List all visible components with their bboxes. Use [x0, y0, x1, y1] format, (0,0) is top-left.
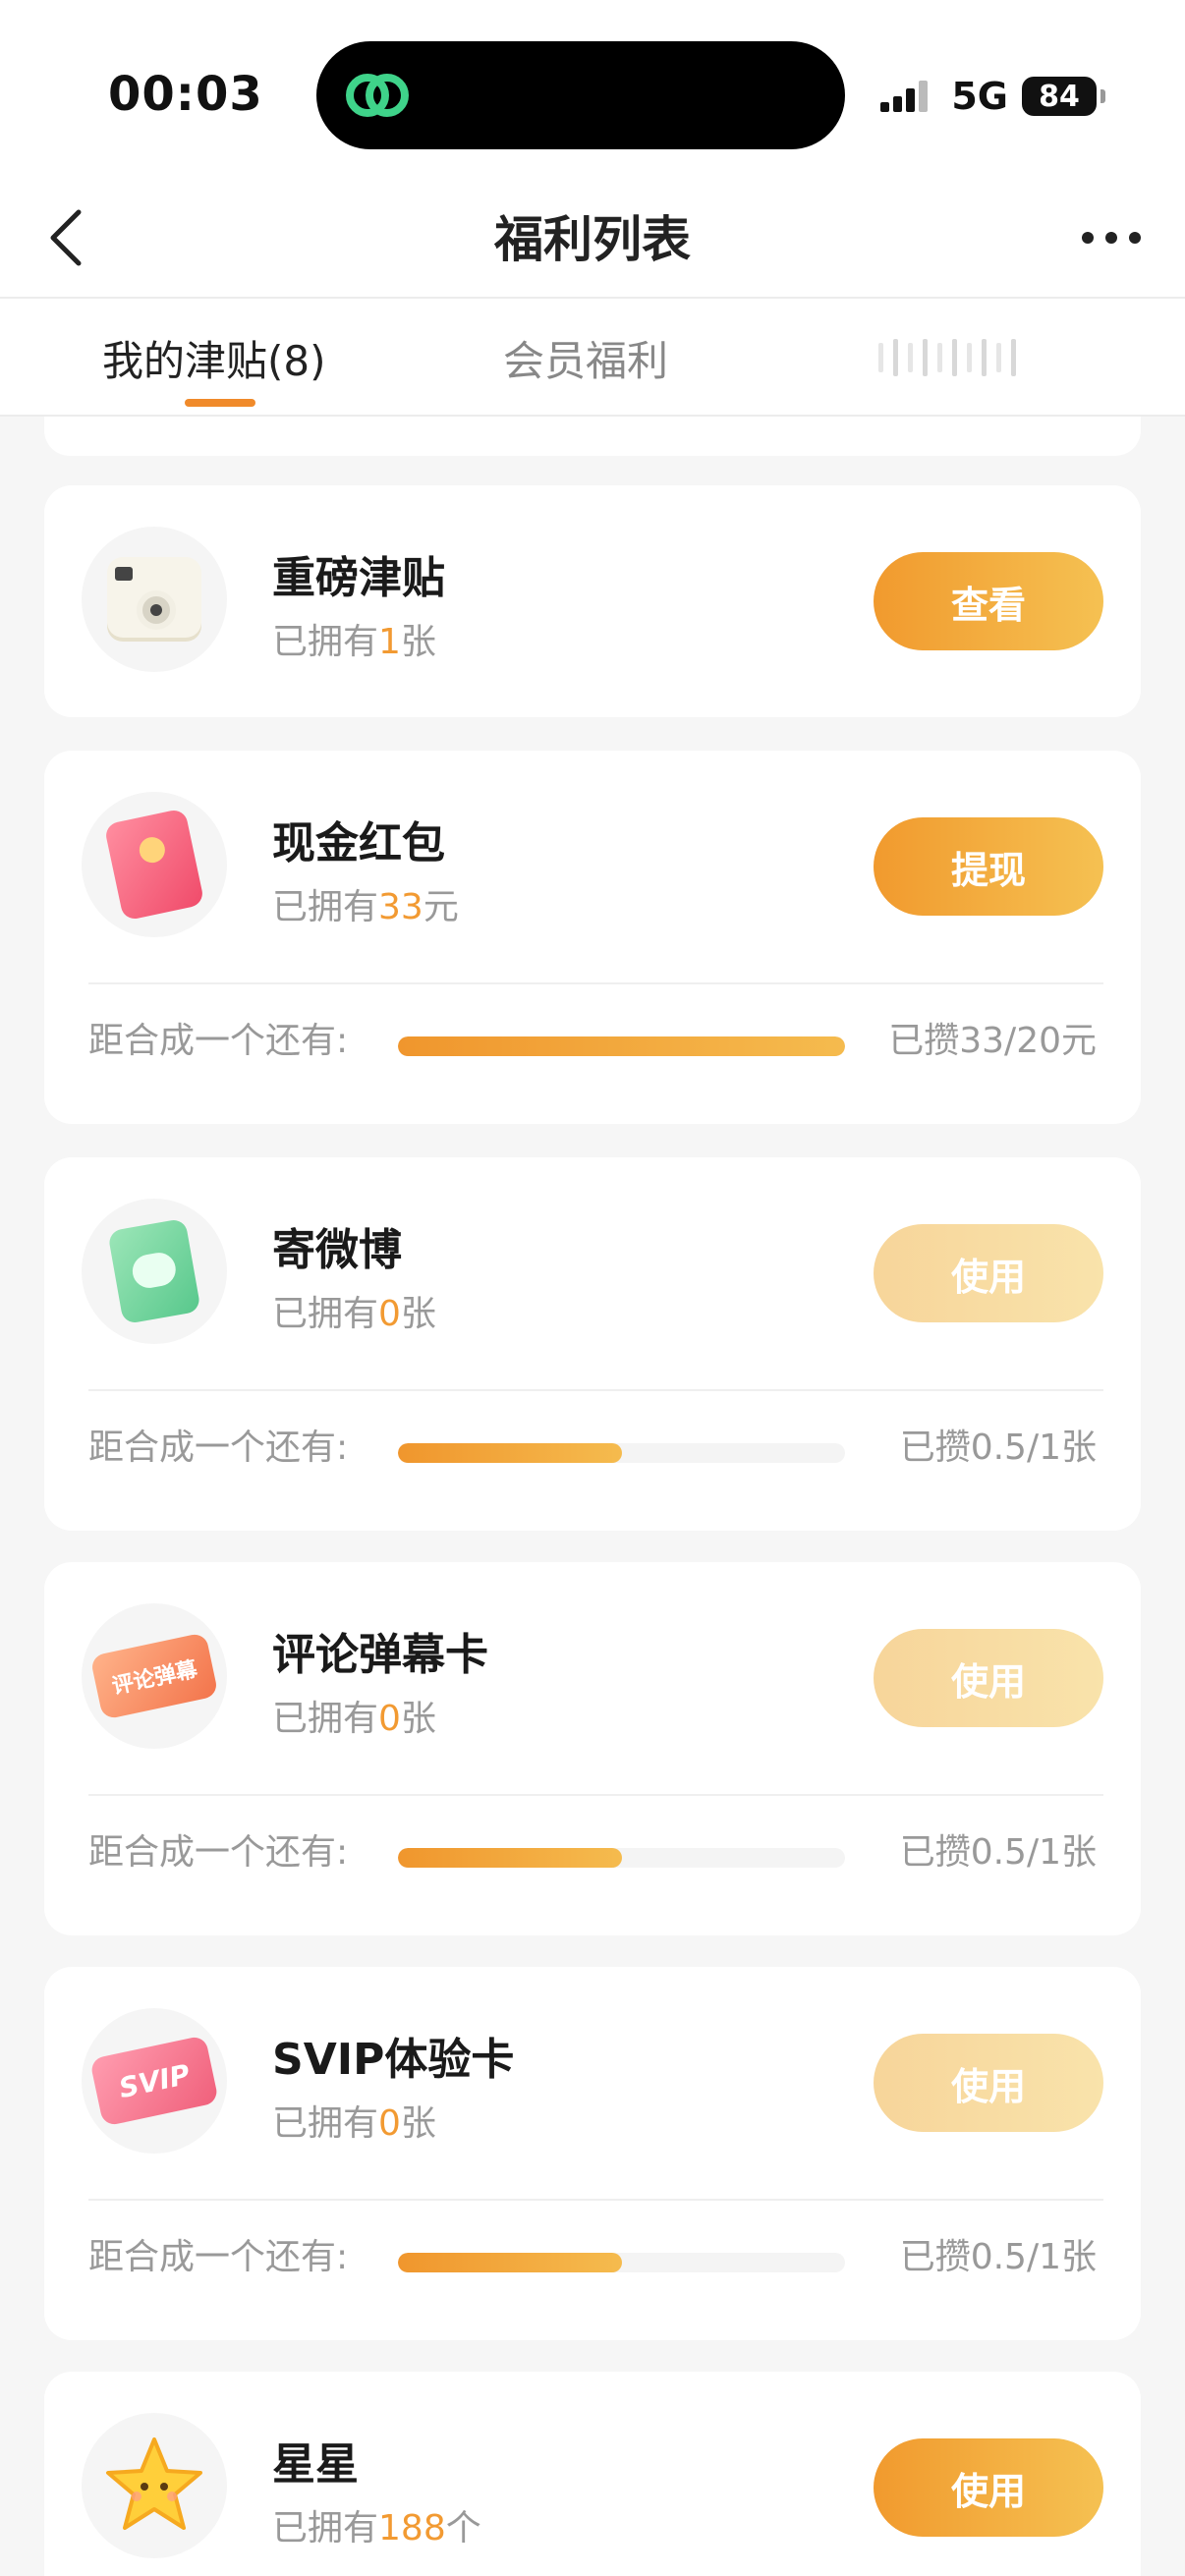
- progress-value: 已攒0.5/1张: [899, 2237, 1097, 2277]
- item-owned: 已拥有33元: [272, 878, 459, 929]
- item-icon-wrapper: [82, 1199, 227, 1344]
- dynamic-island: [316, 41, 845, 149]
- more-dot-icon: [1082, 232, 1094, 244]
- progress-value: 已攒0.5/1张: [899, 1832, 1097, 1873]
- list-item: SVIP SVIP体验卡 已拥有0张 使用 距合成一个还有: 已攒0.5/1张: [44, 1967, 1141, 2340]
- owned-unit: 元: [423, 887, 459, 927]
- link-rings-icon: [346, 74, 409, 117]
- progress-label: 距合成一个还有:: [88, 2237, 349, 2277]
- withdraw-button[interactable]: 提现: [874, 817, 1103, 916]
- progress-bar: [398, 1443, 845, 1463]
- owned-count: 188: [378, 2508, 446, 2548]
- navigation-bar: 福利列表: [0, 177, 1185, 297]
- item-icon-wrapper: 评论弹幕: [82, 1603, 227, 1749]
- item-owned: 已拥有0张: [272, 1285, 436, 1336]
- owned-unit: 个: [445, 2508, 481, 2548]
- item-name: 重磅津贴: [272, 553, 445, 603]
- list-item: 寄微博 已拥有0张 使用 距合成一个还有: 已攒0.5/1张: [44, 1157, 1141, 1531]
- progress-label: 距合成一个还有:: [88, 1832, 349, 1873]
- star-icon: [106, 2437, 202, 2530]
- progress-value: 已攒33/20元: [888, 1021, 1097, 1061]
- progress-bar: [398, 1036, 845, 1056]
- divider: [88, 2199, 1103, 2201]
- item-name: 评论弹幕卡: [272, 1630, 488, 1680]
- previous-card-tail: [44, 417, 1141, 456]
- network-label: 5G: [951, 75, 1008, 118]
- divider: [88, 1794, 1103, 1796]
- comment-danmu-card-icon: 评论弹幕: [89, 1632, 219, 1720]
- progress-label: 距合成一个还有:: [88, 1428, 349, 1468]
- progress-value: 已攒0.5/1张: [899, 1428, 1097, 1468]
- page-title: 福利列表: [494, 211, 691, 268]
- owned-prefix: 已拥有: [272, 1699, 379, 1739]
- item-icon-wrapper: [82, 2413, 227, 2558]
- item-icon-wrapper: [82, 792, 227, 937]
- use-button[interactable]: 使用: [874, 2438, 1103, 2537]
- weibo-card-icon: [107, 1217, 201, 1325]
- item-owned: 已拥有188个: [272, 2499, 481, 2550]
- battery-level: 84: [1039, 79, 1080, 114]
- owned-prefix: 已拥有: [272, 2508, 379, 2548]
- owned-prefix: 已拥有: [272, 2103, 379, 2144]
- owned-count: 33: [378, 887, 423, 927]
- use-button[interactable]: 使用: [874, 2034, 1103, 2132]
- owned-count: 0: [378, 1294, 401, 1334]
- use-button[interactable]: 使用: [874, 1224, 1103, 1322]
- item-name: 星星: [272, 2439, 359, 2490]
- more-dot-icon: [1105, 232, 1117, 244]
- item-name: 现金红包: [272, 818, 445, 868]
- item-name: SVIP体验卡: [272, 2035, 515, 2085]
- camera-icon: [107, 557, 201, 642]
- owned-count: 1: [378, 622, 401, 662]
- owned-unit: 张: [400, 622, 436, 662]
- tab-bar: 我的津贴(8) 会员福利: [0, 297, 1185, 417]
- allowance-list[interactable]: 重磅津贴 已拥有1张 查看 现金红包 已拥有33元 提现 距合成一个还有: 已攒…: [0, 417, 1185, 2576]
- progress-bar: [398, 1848, 845, 1868]
- item-name: 寄微博: [272, 1225, 402, 1275]
- divider: [88, 1389, 1103, 1391]
- use-button[interactable]: 使用: [874, 1629, 1103, 1727]
- progress-fill: [398, 1036, 845, 1056]
- battery-tip: [1100, 89, 1105, 103]
- item-owned: 已拥有1张: [272, 613, 436, 664]
- tab-obscured[interactable]: [878, 338, 1045, 377]
- more-options-button[interactable]: [1067, 198, 1156, 277]
- battery-icon: 84: [1022, 77, 1105, 116]
- red-packet-icon: [103, 808, 205, 922]
- owned-prefix: 已拥有: [272, 1294, 379, 1334]
- owned-count: 0: [378, 2103, 401, 2144]
- item-icon-wrapper: SVIP: [82, 2008, 227, 2154]
- list-item: 重磅津贴 已拥有1张 查看: [44, 485, 1141, 717]
- owned-unit: 张: [400, 2103, 436, 2144]
- more-dot-icon: [1129, 232, 1141, 244]
- item-owned: 已拥有0张: [272, 2095, 436, 2146]
- tab-my-allowance[interactable]: 我的津贴(8): [102, 328, 326, 388]
- owned-unit: 张: [400, 1294, 436, 1334]
- list-item: 现金红包 已拥有33元 提现 距合成一个还有: 已攒33/20元: [44, 751, 1141, 1124]
- status-time: 00:03: [108, 67, 263, 122]
- view-button[interactable]: 查看: [874, 552, 1103, 650]
- tab-member-benefits[interactable]: 会员福利: [503, 328, 668, 388]
- owned-count: 0: [378, 1699, 401, 1739]
- progress-fill: [398, 1848, 622, 1868]
- status-indicators: 5G 84: [880, 71, 1105, 122]
- owned-prefix: 已拥有: [272, 887, 379, 927]
- owned-prefix: 已拥有: [272, 622, 379, 662]
- progress-label: 距合成一个还有:: [88, 1021, 349, 1061]
- owned-unit: 张: [400, 1699, 436, 1739]
- progress-bar: [398, 2253, 845, 2272]
- list-item: 评论弹幕 评论弹幕卡 已拥有0张 使用 距合成一个还有: 已攒0.5/1张: [44, 1562, 1141, 1935]
- item-icon-wrapper: [82, 527, 227, 672]
- item-owned: 已拥有0张: [272, 1690, 436, 1741]
- progress-fill: [398, 1443, 622, 1463]
- divider: [88, 982, 1103, 984]
- active-tab-indicator: [185, 399, 255, 407]
- list-item: 星星 已拥有188个 使用: [44, 2372, 1141, 2576]
- status-bar: 00:03 5G 84: [0, 0, 1185, 177]
- progress-fill: [398, 2253, 622, 2272]
- signal-icon: [880, 81, 929, 112]
- svip-card-icon: SVIP: [89, 2035, 219, 2127]
